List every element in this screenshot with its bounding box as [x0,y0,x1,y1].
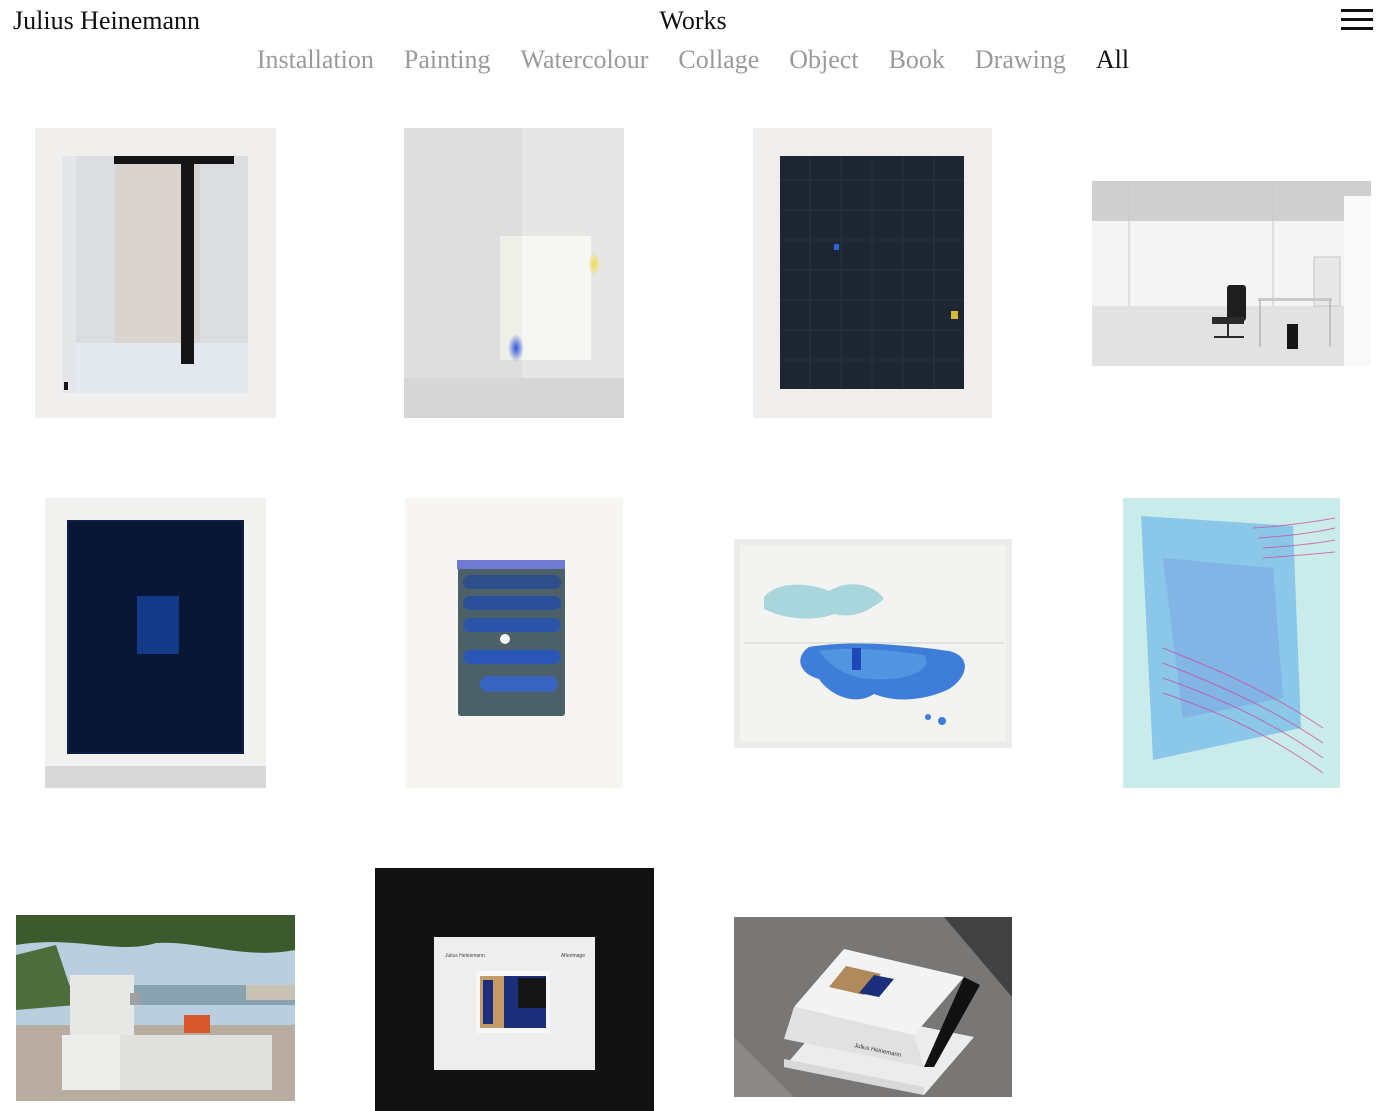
artwork-image [753,128,992,418]
artwork-image [1092,181,1371,366]
artwork-image [405,498,623,788]
work-afterimage-book-stack[interactable]: Julius Heinemann [734,917,1012,1097]
category-collage[interactable]: Collage [678,43,759,77]
artwork-image [404,128,624,418]
work-afterimage-book-black[interactable]: Julius Heinemann Afterimage [375,868,654,1111]
work-blue-cloud-watercolour[interactable] [734,539,1012,748]
work-office-chair-installation[interactable] [1092,181,1371,366]
work-dark-blue-grid-painting[interactable] [753,128,992,418]
category-installation[interactable]: Installation [257,43,374,77]
book-author-text: Julius Heinemann [445,953,485,959]
artwork-image [1123,498,1340,788]
book-title-text: Afterimage [561,953,585,959]
work-grey-painting-black-bar[interactable] [35,128,276,418]
hamburger-menu-icon[interactable] [1341,7,1373,33]
category-all[interactable]: All [1096,43,1129,77]
work-blue-stripes-watercolour[interactable] [405,498,623,788]
artwork-image [734,539,1012,748]
artwork-image [45,498,266,788]
category-drawing[interactable]: Drawing [975,43,1066,77]
artwork-image [35,128,276,418]
artwork-image [16,915,295,1101]
artwork-image: Julius Heinemann [734,917,1012,1097]
category-object[interactable]: Object [789,43,858,77]
page-title: Works [659,6,727,35]
work-outdoor-sculpture-installation[interactable] [16,915,295,1101]
work-turquoise-lines-drawing[interactable] [1123,498,1340,788]
category-book[interactable]: Book [889,43,945,77]
work-grey-paper-blue-dot[interactable] [404,128,624,418]
work-dark-navy-painting[interactable] [45,498,266,788]
category-watercolour[interactable]: Watercolour [521,43,649,77]
category-painting[interactable]: Painting [404,43,491,77]
category-nav: Installation Painting Watercolour Collag… [0,43,1386,77]
artwork-image: Julius Heinemann Afterimage [375,868,654,1111]
site-title[interactable]: Julius Heinemann [13,5,200,37]
